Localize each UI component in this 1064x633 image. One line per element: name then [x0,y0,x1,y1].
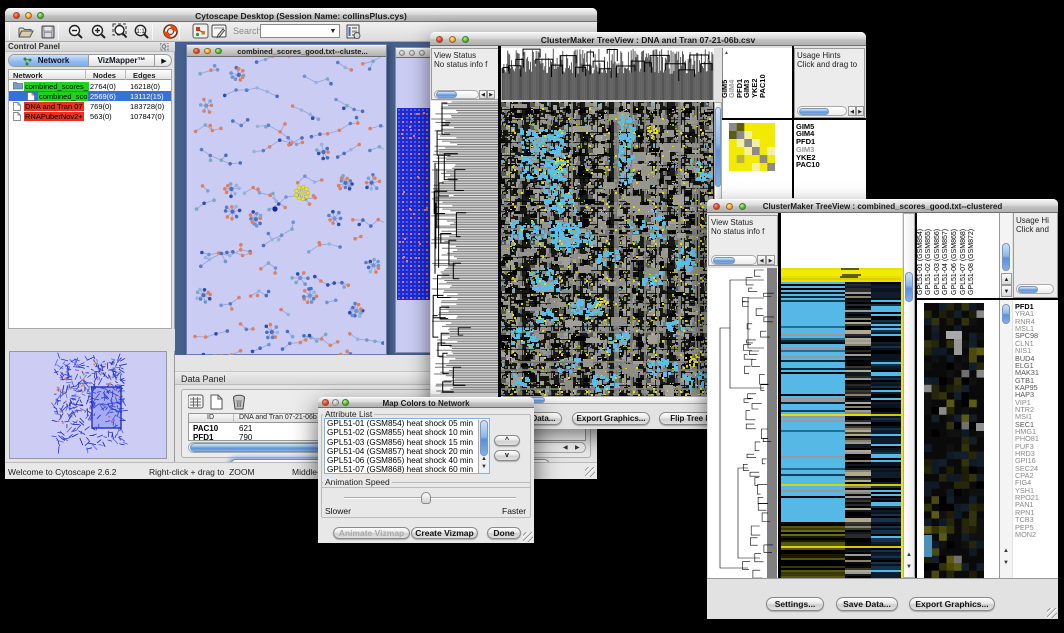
svg-text:1:1: 1:1 [136,29,145,35]
